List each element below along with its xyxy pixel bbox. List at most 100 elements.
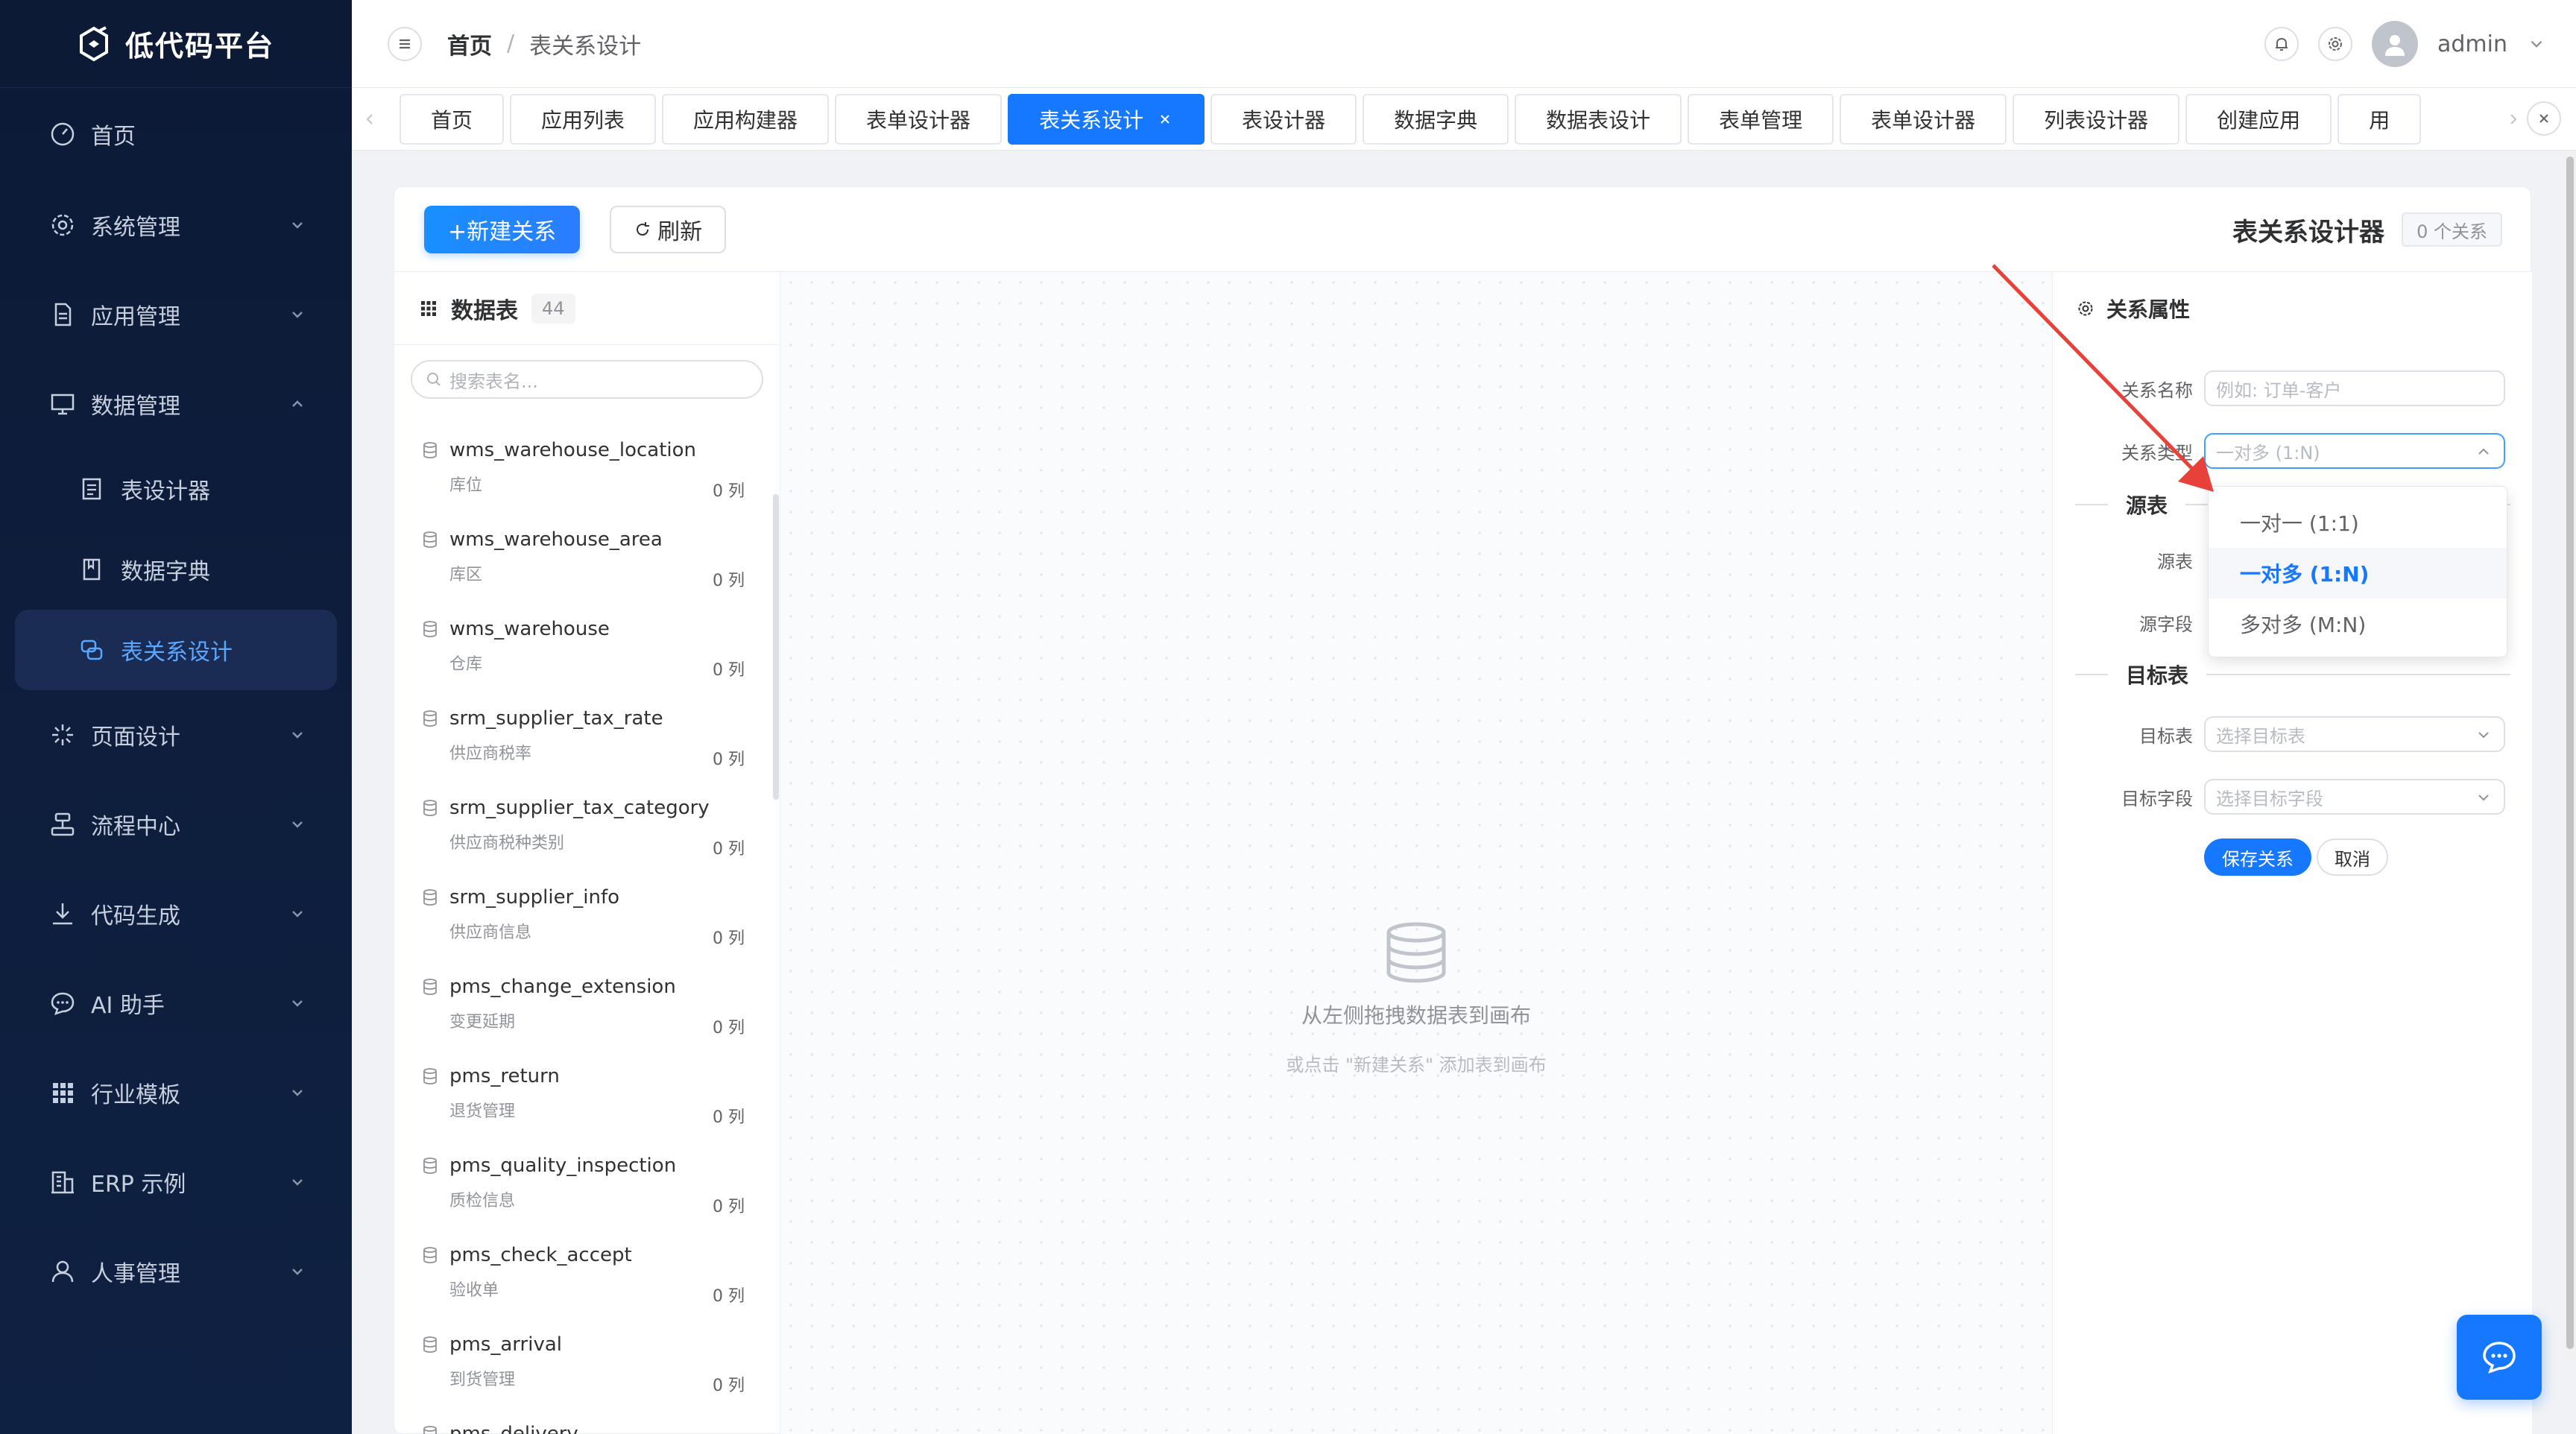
table-list-item[interactable]: pms_quality_inspection 质检信息 0 列 <box>394 1134 773 1223</box>
username[interactable]: admin <box>2437 31 2507 57</box>
tab-item[interactable]: 创建应用 <box>2185 94 2332 145</box>
refresh-button[interactable]: 刷新 <box>610 205 727 253</box>
menu-item-codegen[interactable]: 代码生成 <box>0 869 352 958</box>
target-table-select[interactable]: 选择目标表 <box>2204 716 2505 752</box>
table-list-item[interactable]: pms_change_extension 变更延期 0 列 <box>394 955 773 1044</box>
relation-canvas[interactable]: 从左侧拖拽数据表到画布 或点击 "新建关系" 添加表到画布 <box>780 272 2052 1434</box>
target-field-select[interactable]: 选择目标字段 <box>2204 779 2505 815</box>
tab-item[interactable]: 应用构建器 <box>662 94 830 145</box>
sidebar-item-data-dictionary[interactable]: 数据字典 <box>0 529 352 610</box>
table-list-item[interactable]: wms_warehouse 仓库 0 列 <box>394 597 773 686</box>
sidebar-item-table-relation[interactable]: 表关系设计 <box>15 610 337 690</box>
tab-item[interactable]: 数据表设计 <box>1515 94 1682 145</box>
close-icon[interactable] <box>1157 111 1173 127</box>
table-name-row: wms_warehouse <box>421 618 745 640</box>
relation-type-option[interactable]: 一对一 (1:1) <box>2209 497 2507 548</box>
menu-item-hr[interactable]: 人事管理 <box>0 1227 352 1316</box>
new-relation-button[interactable]: +新建关系 <box>424 205 581 253</box>
tab-item[interactable]: 表设计器 <box>1210 94 1357 145</box>
table-list-item[interactable]: pms_check_accept 验收单 0 列 <box>394 1223 773 1313</box>
sidebar-item-table-designer[interactable]: 表设计器 <box>0 449 352 529</box>
relation-name-input[interactable]: 例如: 订单-客户 <box>2204 370 2505 406</box>
tab-item[interactable]: 用 <box>2337 94 2422 145</box>
bell-icon[interactable] <box>2264 27 2299 61</box>
menu-item-home[interactable]: 首页 <box>0 88 352 180</box>
tab-item[interactable]: 表单设计器 <box>835 94 1003 145</box>
empty-state-hint: 或点击 "新建关系" 添加表到画布 <box>1286 1055 1547 1076</box>
menu-item-erp[interactable]: ERP 示例 <box>0 1137 352 1227</box>
table-search-input[interactable]: 搜索表名... <box>411 360 763 399</box>
tab-item[interactable]: 应用列表 <box>510 94 657 145</box>
menu-item-ai[interactable]: AI 助手 <box>0 958 352 1048</box>
menu-item-templates[interactable]: 行业模板 <box>0 1048 352 1137</box>
breadcrumb-separator: / <box>507 31 515 57</box>
tab-item[interactable]: 表单管理 <box>1688 94 1834 145</box>
table-list-item[interactable]: srm_supplier_tax_category 供应商税种类别 0 列 <box>394 776 773 865</box>
tabs-scroll-right-icon[interactable] <box>2496 88 2531 151</box>
relation-name-label: 关系名称 <box>2121 379 2193 401</box>
tab-item[interactable]: 表单设计器 <box>1840 94 2007 145</box>
tab-label: 用 <box>2369 108 2390 133</box>
table-list-item[interactable]: wms_warehouse_location 库位 0 列 <box>394 418 773 508</box>
relation-type-option[interactable]: 多对多 (M:N) <box>2209 598 2507 649</box>
table-name: pms_change_extension <box>449 976 676 998</box>
menu-toggle-icon[interactable] <box>388 26 422 61</box>
table-description: 验收单 <box>449 1281 499 1300</box>
chevron-down-icon <box>288 1262 307 1281</box>
breadcrumb-home[interactable]: 首页 <box>447 28 492 60</box>
relation-designer-card: +新建关系 刷新 表关系设计器 0 个关系 数据表 44 搜索表名... wms… <box>394 186 2532 1434</box>
menu-label: 人事管理 <box>91 1261 180 1287</box>
avatar[interactable] <box>2372 21 2418 67</box>
chevron-down-icon[interactable] <box>2527 34 2546 54</box>
menu-item-page-design[interactable]: 页面设计 <box>0 690 352 780</box>
target-section-title: 目标表 <box>2126 663 2189 688</box>
tabs-scroll-left-icon[interactable] <box>352 88 388 151</box>
database-icon <box>421 441 439 459</box>
table-column-count: 0 列 <box>713 929 745 948</box>
chat-icon <box>49 990 76 1017</box>
table-list-item[interactable]: srm_supplier_info 供应商信息 0 列 <box>394 865 773 955</box>
relation-type-option[interactable]: 一对多 (1:N) <box>2209 548 2507 598</box>
refresh-label: 刷新 <box>657 218 703 245</box>
database-icon <box>421 799 439 817</box>
tab-item[interactable]: 表关系设计 <box>1008 94 1205 145</box>
menu-item-app[interactable]: 应用管理 <box>0 270 352 359</box>
table-list-item[interactable]: srm_supplier_tax_rate 供应商税率 0 列 <box>394 686 773 776</box>
divider <box>2206 674 2510 675</box>
table-list-item[interactable]: wms_warehouse_area 库区 0 列 <box>394 508 773 597</box>
tab-item[interactable]: 列表设计器 <box>2012 94 2180 145</box>
table-list-item[interactable]: pms_return 退货管理 0 列 <box>394 1044 773 1134</box>
sparkle-icon <box>49 721 76 748</box>
menu-item-flow[interactable]: 流程中心 <box>0 780 352 869</box>
relation-type-select[interactable]: 一对多 (1:N) <box>2204 433 2505 469</box>
table-column-count: 0 列 <box>713 1377 745 1395</box>
search-icon <box>426 371 442 388</box>
cancel-button[interactable]: 取消 <box>2317 838 2388 876</box>
table-column-count: 0 列 <box>713 1108 745 1127</box>
tab-item[interactable]: 首页 <box>400 94 505 145</box>
table-name: wms_warehouse_location <box>449 439 697 461</box>
table-list-scrollbar[interactable] <box>773 494 779 800</box>
settings-icon[interactable] <box>2318 27 2352 61</box>
table-list-item[interactable]: pms_arrival 到货管理 0 列 <box>394 1313 773 1402</box>
app-logo[interactable]: 低代码平台 <box>0 0 352 88</box>
target-field-label: 目标字段 <box>2121 788 2193 809</box>
tab-label: 应用构建器 <box>693 108 798 133</box>
menu-item-system[interactable]: 系统管理 <box>0 180 352 270</box>
table-name-row: pms_return <box>421 1065 745 1087</box>
tab-label: 表设计器 <box>1242 108 1326 133</box>
database-icon <box>421 710 439 727</box>
close-all-tabs-icon[interactable] <box>2527 101 2561 136</box>
chat-assistant-button[interactable] <box>2457 1315 2542 1400</box>
tab-item[interactable]: 数据字典 <box>1363 94 1509 145</box>
page-scrollbar-thumb[interactable] <box>2566 157 2574 1349</box>
book-icon <box>79 557 104 582</box>
table-column-count: 0 列 <box>713 1198 745 1216</box>
target-section-header: 目标表 <box>2075 660 2510 689</box>
database-icon <box>421 1246 439 1264</box>
save-relation-button[interactable]: 保存关系 <box>2204 838 2311 876</box>
menu-label: 页面设计 <box>91 724 180 751</box>
tab-label: 表单管理 <box>1719 108 1803 133</box>
table-list-item[interactable]: pms_delivery <box>394 1402 773 1434</box>
menu-item-data[interactable]: 数据管理 <box>0 359 352 449</box>
